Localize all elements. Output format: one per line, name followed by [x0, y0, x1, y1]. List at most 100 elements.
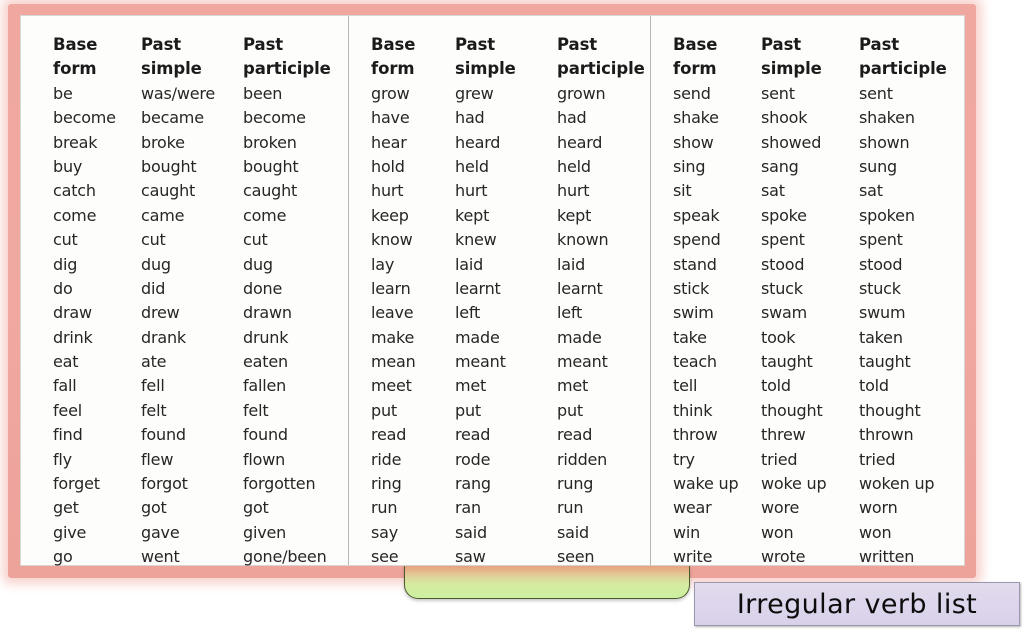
verb-cell: worn [859, 498, 898, 518]
verb-cell: grow [371, 83, 410, 103]
verb-cell: spent [859, 230, 903, 250]
verb-cell: become [53, 108, 116, 128]
verb-cell: have [371, 108, 410, 128]
verb-cell: stood [859, 254, 903, 274]
verb-cell: shook [761, 108, 808, 128]
verb-cell: shake [673, 108, 719, 128]
header-past-participle-top-1: Past [243, 35, 284, 54]
verb-cell: meant [557, 352, 608, 372]
header-past-1: Past [141, 35, 182, 54]
verb-cell: make [371, 327, 415, 347]
verb-cell: flown [243, 449, 286, 469]
verb-cell: forgotten [243, 474, 316, 494]
pink-frame: Base form be become break buy catch come cut di… [8, 4, 976, 578]
header-simple-1: simple [141, 59, 202, 79]
verb-cell: send [673, 83, 711, 103]
verb-cell: met [455, 376, 487, 396]
verb-cell: given [243, 522, 287, 542]
verb-block-2: Base form grow have hear hold hurt keep know la… [348, 16, 650, 566]
verb-cell: found [141, 425, 186, 445]
verb-block-3-columns: Base form send shake show sing sit speak spend… [673, 33, 963, 570]
verb-cell: learnt [455, 278, 501, 298]
verb-cell: do [53, 278, 73, 298]
verb-cell: drink [53, 327, 93, 347]
verb-cell: drunk [243, 327, 289, 347]
verb-cell: get [53, 498, 79, 518]
verb-cell: made [557, 327, 602, 347]
header-simple-2: simple [455, 59, 516, 79]
verb-cell: run [557, 498, 584, 518]
verb-cell: run [371, 498, 398, 518]
verb-cell: written [859, 547, 915, 567]
verb-cell: forget [53, 474, 100, 494]
verb-cell: break [53, 132, 98, 152]
header-past-3: Past [761, 35, 802, 54]
verb-cell: cut [243, 230, 268, 250]
verb-cell: drew [141, 303, 180, 323]
verb-cell: was/were [141, 83, 216, 103]
verb-cell: give [53, 522, 87, 542]
verb-cell: learn [371, 278, 411, 298]
verb-cell: heard [557, 132, 603, 152]
verb-cell: thrown [859, 425, 914, 445]
verb-block-1-columns: Base form be become break buy catch come cut di… [53, 33, 348, 570]
verb-cell: made [455, 327, 500, 347]
verb-cell: taken [859, 327, 903, 347]
verb-cell: woken up [859, 474, 935, 494]
verb-cell: feel [53, 400, 82, 420]
verb-cell: won [761, 522, 794, 542]
verb-cell: met [557, 376, 589, 396]
verb-cell: stuck [859, 278, 901, 298]
verb-cell: sang [761, 156, 799, 176]
verb-cell: put [455, 400, 481, 420]
header-participle-1: participle [243, 59, 331, 79]
cells-base-3: send shake show sing sit speak spend stand stick… [673, 82, 761, 570]
verb-cell: know [371, 230, 413, 250]
verb-cell: heard [455, 132, 501, 152]
verb-cell: dug [243, 254, 273, 274]
verb-cell: ate [141, 352, 167, 372]
verb-cell: sent [761, 83, 795, 103]
verb-cell: spoke [761, 205, 807, 225]
verb-cell: known [557, 230, 609, 250]
verb-cell: thought [859, 400, 921, 420]
verb-cell: stand [673, 254, 717, 274]
verb-cell: caught [243, 181, 298, 201]
verb-cell: got [141, 498, 167, 518]
verb-cell: eaten [243, 352, 288, 372]
verb-cell: hold [371, 156, 405, 176]
verb-cell: went [141, 547, 180, 567]
header-form-3: form [673, 59, 717, 79]
verb-cell: become [243, 108, 306, 128]
verb-cell: sung [859, 156, 897, 176]
verb-cell: ridden [557, 449, 608, 469]
verb-cell: show [673, 132, 714, 152]
verb-cell: kept [455, 205, 490, 225]
green-tab-shape [404, 566, 690, 599]
verb-cell: drawn [243, 303, 292, 323]
verb-cell: did [141, 278, 166, 298]
column-base-form-1: Base form be become break buy catch come cut di… [53, 33, 141, 570]
cells-past-simple-3: sent shook showed sang sat spoke spent stood stu… [761, 82, 859, 570]
verb-cell: flew [141, 449, 174, 469]
verb-cell: felt [243, 400, 269, 420]
title-plate: Irregular verb list [694, 582, 1020, 626]
verb-cell: grew [455, 83, 494, 103]
verb-cell: had [557, 108, 587, 128]
verb-cell: rang [455, 474, 491, 494]
verb-cell: broken [243, 132, 297, 152]
verb-cell: laid [557, 254, 586, 274]
verb-cell: woke up [761, 474, 827, 494]
verb-cell: wrote [761, 547, 806, 567]
verb-cell: take [673, 327, 707, 347]
verb-cell: stuck [761, 278, 803, 298]
verb-cell: come [243, 205, 287, 225]
verb-cell: sit [673, 181, 692, 201]
column-past-simple-2: Past simple grew had heard held hurt kept knew… [455, 33, 557, 570]
header-form-1: form [53, 59, 97, 79]
verb-cell: lay [371, 254, 395, 274]
verb-cell: teach [673, 352, 717, 372]
column-past-participle-3: Past participle sent shaken shown sung sat sp… [859, 33, 947, 570]
verb-table-panel: Base form be become break buy catch come cut di… [20, 15, 965, 566]
verb-cell: try [673, 449, 695, 469]
